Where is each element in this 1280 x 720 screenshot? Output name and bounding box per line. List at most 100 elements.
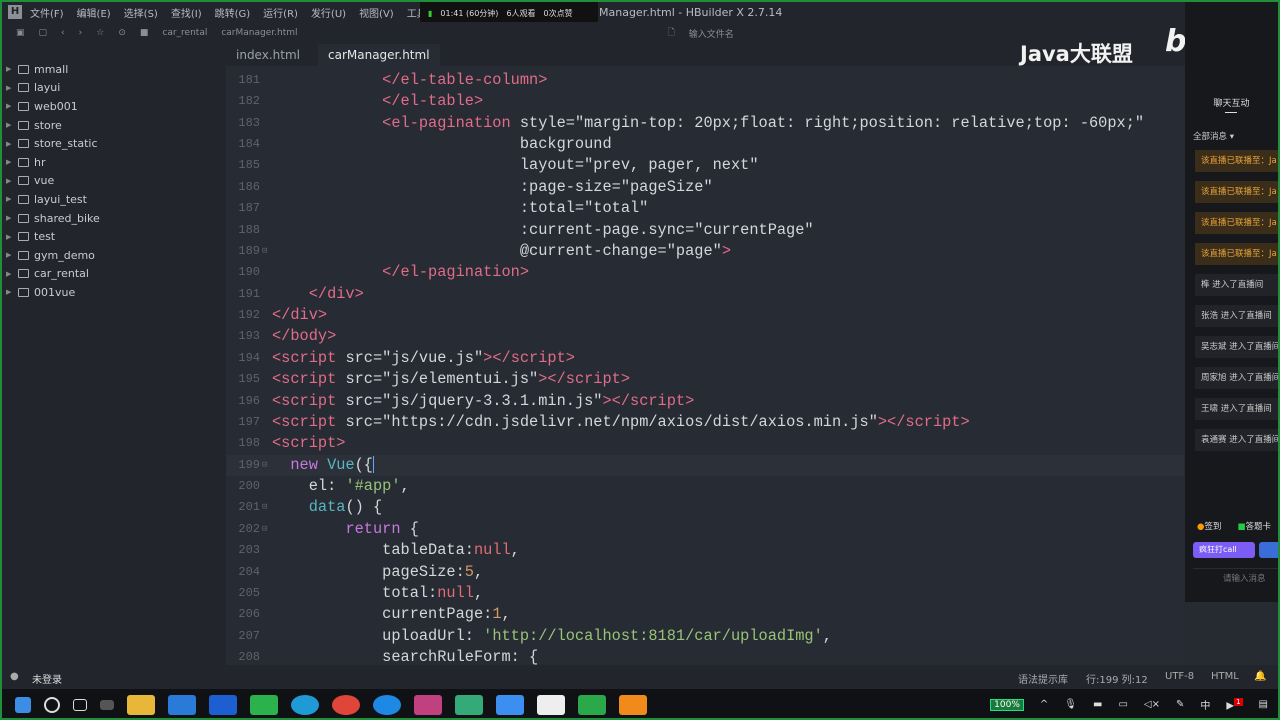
- fold-icon[interactable]: ⊟: [262, 241, 267, 262]
- tab-carmanager-html[interactable]: carManager.html: [318, 44, 440, 66]
- code-line: 203 tableData:null,: [226, 540, 1184, 561]
- back-icon[interactable]: ‹: [61, 28, 65, 38]
- hbuilder-taskbar-icon[interactable]: [578, 694, 606, 715]
- chevron-up-icon[interactable]: ^: [1040, 699, 1048, 710]
- encoding[interactable]: UTF-8: [1165, 671, 1194, 682]
- project-item[interactable]: ▶ shared_bike: [2, 209, 226, 228]
- task-view-icon[interactable]: [73, 698, 87, 711]
- intellij-icon[interactable]: [414, 694, 442, 715]
- language-mode[interactable]: HTML: [1211, 671, 1239, 682]
- chat-title[interactable]: 聊天互动: [1185, 96, 1278, 109]
- windows-start-icon[interactable]: [15, 696, 31, 713]
- menu-item[interactable]: 编辑(E): [77, 5, 111, 20]
- volume-muted-icon[interactable]: ◁×: [1144, 699, 1160, 710]
- ime-indicator[interactable]: 中: [1200, 697, 1210, 712]
- app-orange-icon[interactable]: [619, 694, 647, 715]
- expand-arrow-icon[interactable]: ▶: [6, 102, 18, 110]
- project-item[interactable]: ▶ 001vue: [2, 283, 226, 302]
- project-name: web001: [34, 99, 78, 113]
- checkin-button[interactable]: ●签到: [1197, 520, 1221, 532]
- typora-icon[interactable]: [537, 694, 565, 715]
- project-item[interactable]: ▶ car_rental: [2, 265, 226, 284]
- code-line: 206 currentPage:1,: [226, 604, 1184, 625]
- code-token: "js/jquery-3.3.1.min.js": [382, 391, 603, 410]
- tab-index-html[interactable]: index.html: [226, 44, 310, 66]
- folder-icon: [18, 83, 29, 93]
- microphone-icon[interactable]: 🎙: [1064, 699, 1077, 710]
- menu-item[interactable]: 视图(V): [359, 5, 394, 20]
- breadcrumb-file[interactable]: carManager.html: [221, 28, 297, 38]
- expand-arrow-icon[interactable]: ▶: [6, 158, 18, 166]
- feishu-icon[interactable]: [496, 694, 524, 715]
- message-filter-dropdown[interactable]: 全部消息 ▾: [1193, 130, 1234, 142]
- datagrip-icon[interactable]: [455, 694, 483, 715]
- menu-item[interactable]: 跳转(G): [215, 5, 251, 20]
- file-explorer-icon[interactable]: [127, 694, 155, 715]
- wechat-icon[interactable]: [250, 694, 278, 715]
- project-item[interactable]: ▶ web001: [2, 97, 226, 116]
- expand-arrow-icon[interactable]: ▶: [6, 84, 18, 92]
- project-item[interactable]: ▶ test: [2, 227, 226, 246]
- ie-icon[interactable]: [373, 694, 401, 715]
- expand-arrow-icon[interactable]: ▶: [6, 195, 18, 203]
- run-icon[interactable]: ⊙: [118, 28, 126, 38]
- wifi-icon[interactable]: ▬: [1093, 699, 1102, 710]
- project-item[interactable]: ▶ vue: [2, 172, 226, 191]
- menu-item[interactable]: 运行(R): [263, 5, 298, 20]
- new-file-icon[interactable]: ▣: [16, 28, 25, 38]
- action-center-icon[interactable]: ▤: [1259, 699, 1268, 710]
- menu-item[interactable]: 文件(F): [30, 5, 64, 20]
- forward-icon[interactable]: ›: [79, 28, 83, 38]
- cursor-position[interactable]: 行:199 列:12: [1086, 671, 1148, 686]
- project-item[interactable]: ▶ hr: [2, 153, 226, 172]
- expand-arrow-icon[interactable]: ▶: [6, 233, 18, 241]
- answer-card-button[interactable]: ■答题卡: [1237, 520, 1271, 532]
- bell-icon[interactable]: 🔔: [1254, 671, 1266, 682]
- code-token: currentPage:: [272, 605, 493, 624]
- login-status[interactable]: 未登录: [32, 671, 62, 686]
- code-editor[interactable]: 181 </el-table-column> 182 </el-table> 183…: [226, 66, 1184, 665]
- expand-arrow-icon[interactable]: ▶: [6, 140, 18, 148]
- pen-icon[interactable]: ✎: [1176, 699, 1184, 710]
- project-item[interactable]: ▶ gym_demo: [2, 246, 226, 265]
- project-item[interactable]: ▶ mmall: [2, 60, 226, 79]
- chrome-icon[interactable]: [332, 694, 360, 715]
- notification-icon[interactable]: ▶ 1: [1226, 697, 1243, 711]
- line-number: 181: [238, 73, 260, 87]
- keyboard-icon[interactable]: [100, 699, 114, 710]
- network-icon[interactable]: ▭: [1118, 699, 1127, 710]
- expand-arrow-icon[interactable]: ▶: [6, 65, 18, 73]
- file-search-input[interactable]: 输入文件名: [689, 27, 734, 40]
- expand-arrow-icon[interactable]: ▶: [6, 270, 18, 278]
- expand-arrow-icon[interactable]: ▶: [6, 214, 18, 222]
- menu-item[interactable]: 选择(S): [124, 5, 158, 20]
- call-button[interactable]: 疯狂打call: [1193, 542, 1255, 558]
- breadcrumb-project[interactable]: car_rental: [162, 28, 207, 38]
- fold-icon[interactable]: ⊟: [262, 519, 267, 540]
- line-number: 186: [238, 179, 260, 194]
- project-item[interactable]: ▶ layui: [2, 79, 226, 98]
- project-item[interactable]: ▶ layui_test: [2, 190, 226, 209]
- battery-indicator[interactable]: 100%: [990, 698, 1024, 711]
- chat-input[interactable]: 请输入消息: [1193, 568, 1278, 588]
- project-item[interactable]: ▶ store_static: [2, 134, 226, 153]
- save-icon[interactable]: ▢: [39, 28, 48, 38]
- gift-button[interactable]: [1259, 542, 1278, 558]
- code-line: 198 <script>: [226, 433, 1184, 454]
- expand-arrow-icon[interactable]: ▶: [6, 288, 18, 296]
- star-icon[interactable]: ☆: [96, 28, 104, 38]
- hint-library[interactable]: 语法提示库: [1018, 671, 1068, 686]
- app-blue-icon[interactable]: [209, 694, 237, 715]
- menu-item[interactable]: 查找(I): [171, 5, 202, 20]
- expand-arrow-icon[interactable]: ▶: [6, 121, 18, 129]
- expand-arrow-icon[interactable]: ▶: [6, 251, 18, 259]
- project-item[interactable]: ▶ store: [2, 116, 226, 135]
- store-icon[interactable]: [168, 694, 196, 715]
- edge-icon[interactable]: [291, 694, 319, 715]
- menu-item[interactable]: 发行(U): [311, 5, 346, 20]
- search-icon[interactable]: [44, 696, 60, 713]
- fold-icon[interactable]: ⊟: [262, 497, 267, 518]
- expand-arrow-icon[interactable]: ▶: [6, 177, 18, 185]
- fold-icon[interactable]: ⊟: [262, 455, 267, 476]
- code-token: () {: [345, 498, 383, 517]
